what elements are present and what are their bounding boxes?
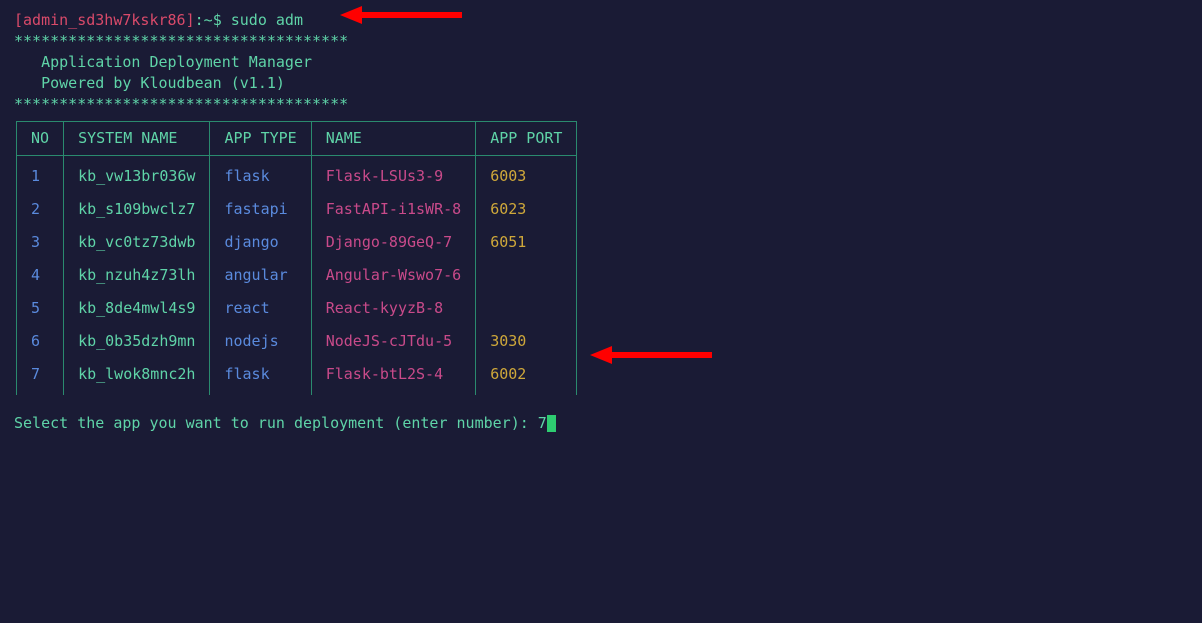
prompt-command: sudo adm [231, 11, 303, 29]
table-header-row: NO SYSTEM NAME APP TYPE NAME APP PORT [17, 122, 577, 156]
table-row: 6kb_0b35dzh9mnnodejsNodeJS-cJTdu-53030 [17, 325, 577, 358]
col-apptype: APP TYPE [210, 122, 311, 156]
arrow-shaft [612, 352, 712, 358]
system-name: kb_nzuh4z73lh [64, 259, 210, 292]
app-type: react [210, 292, 311, 325]
table-row: 4kb_nzuh4z73lhangularAngular-Wswo7-6 [17, 259, 577, 292]
table-row: 5kb_8de4mwl4s9reactReact-kyyzB-8 [17, 292, 577, 325]
table-row: 1kb_vw13br036wflaskFlask-LSUs3-96003 [17, 156, 577, 194]
banner-stars-bottom: ************************************* [14, 94, 1188, 115]
system-name: kb_0b35dzh9mn [64, 325, 210, 358]
select-prompt-line[interactable]: Select the app you want to run deploymen… [14, 413, 1188, 434]
arrow-head-icon [340, 6, 362, 24]
app-name: Angular-Wswo7-6 [311, 259, 475, 292]
app-port [476, 259, 577, 292]
app-type: django [210, 226, 311, 259]
system-name: kb_8de4mwl4s9 [64, 292, 210, 325]
shell-prompt[interactable]: [admin_sd3hw7kskr86]:~$ sudo adm [14, 10, 1188, 31]
app-name: Django-89GeQ-7 [311, 226, 475, 259]
app-port: 6051 [476, 226, 577, 259]
banner-line-1: Application Deployment Manager [14, 52, 1188, 73]
col-no: NO [17, 122, 64, 156]
banner-stars-top: ************************************* [14, 31, 1188, 52]
prompt-sigil: $ [213, 11, 222, 29]
system-name: kb_vc0tz73dwb [64, 226, 210, 259]
annotation-arrow-2 [590, 346, 712, 364]
app-type: angular [210, 259, 311, 292]
prompt-sep: : [195, 11, 204, 29]
no: 7 [17, 358, 64, 395]
app-name: Flask-btL2S-4 [311, 358, 475, 395]
app-type: nodejs [210, 325, 311, 358]
app-port: 6003 [476, 156, 577, 194]
system-name: kb_s109bwclz7 [64, 193, 210, 226]
select-input-value[interactable]: 7 [538, 414, 547, 432]
app-type: flask [210, 156, 311, 194]
app-type: fastapi [210, 193, 311, 226]
app-name: React-kyyzB-8 [311, 292, 475, 325]
no: 1 [17, 156, 64, 194]
col-system: SYSTEM NAME [64, 122, 210, 156]
table-row: 3kb_vc0tz73dwbdjangoDjango-89GeQ-76051 [17, 226, 577, 259]
no: 6 [17, 325, 64, 358]
arrow-head-icon [590, 346, 612, 364]
col-name: NAME [311, 122, 475, 156]
app-port [476, 292, 577, 325]
prompt-open-bracket: [ [14, 11, 23, 29]
app-name: Flask-LSUs3-9 [311, 156, 475, 194]
arrow-shaft [362, 12, 462, 18]
system-name: kb_vw13br036w [64, 156, 210, 194]
system-name: kb_lwok8mnc2h [64, 358, 210, 395]
select-prompt-text: Select the app you want to run deploymen… [14, 414, 538, 432]
no: 5 [17, 292, 64, 325]
prompt-close-bracket: ] [186, 11, 195, 29]
app-port: 6023 [476, 193, 577, 226]
app-name: FastAPI-i1sWR-8 [311, 193, 475, 226]
no: 2 [17, 193, 64, 226]
annotation-arrow-1 [340, 6, 462, 24]
app-port: 3030 [476, 325, 577, 358]
prompt-cwd: ~ [204, 11, 213, 29]
cursor-icon [547, 415, 556, 432]
app-name: NodeJS-cJTdu-5 [311, 325, 475, 358]
banner-line-2: Powered by Kloudbean (v1.1) [14, 73, 1188, 94]
app-port: 6002 [476, 358, 577, 395]
app-type: flask [210, 358, 311, 395]
no: 4 [17, 259, 64, 292]
prompt-user: admin_sd3hw7kskr86 [23, 11, 186, 29]
table-row: 2kb_s109bwclz7fastapiFastAPI-i1sWR-86023 [17, 193, 577, 226]
no: 3 [17, 226, 64, 259]
col-port: APP PORT [476, 122, 577, 156]
table-row: 7kb_lwok8mnc2hflaskFlask-btL2S-46002 [17, 358, 577, 395]
